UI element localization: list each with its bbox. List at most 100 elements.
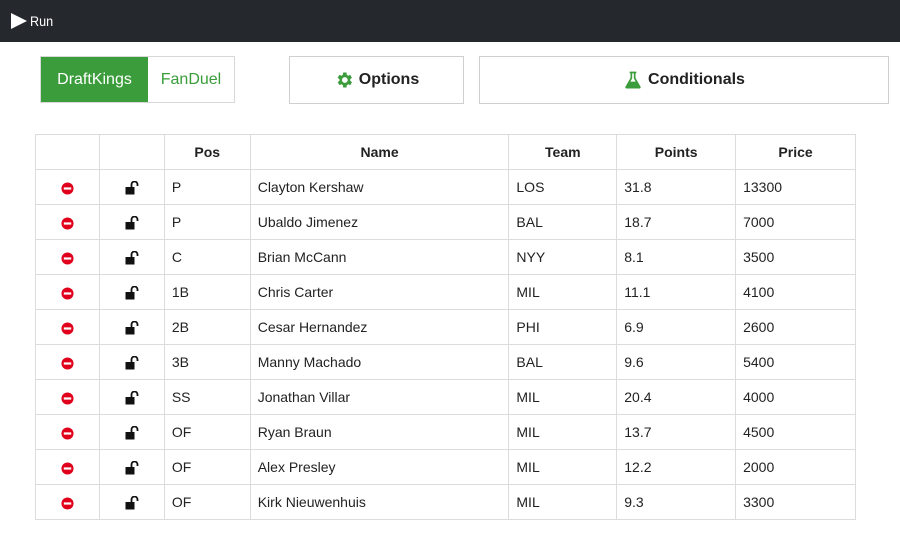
lock-cell: [98, 414, 165, 450]
header-remove: [35, 134, 100, 170]
cell-team: BAL: [508, 344, 618, 380]
cell-price: 7000: [735, 204, 856, 240]
cell-points: 13.7: [616, 414, 737, 450]
remove-icon[interactable]: [61, 427, 74, 440]
remove-cell: [35, 484, 100, 520]
remove-cell: [35, 344, 100, 380]
table-row: P Ubaldo Jimenez BAL 18.7 7000: [35, 204, 856, 240]
table-row: SS Jonathan Villar MIL 20.4 4000: [35, 379, 856, 415]
unlock-icon[interactable]: [125, 216, 139, 230]
table-row: P Clayton Kershaw LOS 31.8 13300: [35, 169, 856, 205]
remove-icon[interactable]: [61, 462, 74, 475]
cell-price: 2000: [735, 449, 856, 485]
cell-pos: SS: [163, 379, 251, 415]
lock-cell: [98, 204, 165, 240]
cell-name: Ryan Braun: [249, 414, 510, 450]
unlock-icon[interactable]: [125, 181, 139, 195]
cell-points: 9.3: [616, 484, 737, 520]
cell-price: 4500: [735, 414, 856, 450]
cell-pos: P: [163, 169, 251, 205]
site-toggle: DraftKings FanDuel: [40, 56, 235, 103]
unlock-icon[interactable]: [125, 461, 139, 475]
cell-points: 11.1: [616, 274, 737, 310]
flask-icon: [625, 71, 641, 89]
header-price: Price: [735, 134, 856, 170]
unlock-icon[interactable]: [125, 356, 139, 370]
cell-name: Chris Carter: [249, 274, 510, 310]
remove-icon[interactable]: [61, 357, 74, 370]
cell-name: Alex Presley: [249, 449, 510, 485]
remove-cell: [35, 379, 100, 415]
cell-name: Ubaldo Jimenez: [249, 204, 510, 240]
header-team: Team: [508, 134, 618, 170]
conditionals-button[interactable]: Conditionals: [479, 56, 889, 104]
remove-icon[interactable]: [61, 392, 74, 405]
remove-cell: [35, 169, 100, 205]
cell-team: MIL: [508, 449, 618, 485]
remove-icon[interactable]: [61, 217, 74, 230]
cell-points: 9.6: [616, 344, 737, 380]
cell-team: MIL: [508, 414, 618, 450]
cell-team: LOS: [508, 169, 618, 205]
unlock-icon[interactable]: [125, 496, 139, 510]
table-row: OF Kirk Nieuwenhuis MIL 9.3 3300: [35, 484, 856, 520]
cell-name: Cesar Hernandez: [249, 309, 510, 345]
remove-icon[interactable]: [61, 182, 74, 195]
run-button[interactable]: Run: [10, 12, 56, 30]
cell-pos: 3B: [163, 344, 251, 380]
unlock-icon[interactable]: [125, 251, 139, 265]
cell-pos: C: [163, 239, 251, 275]
cell-name: Clayton Kershaw: [249, 169, 510, 205]
cell-points: 20.4: [616, 379, 737, 415]
cell-price: 2600: [735, 309, 856, 345]
cell-pos: 2B: [163, 309, 251, 345]
cell-team: MIL: [508, 484, 618, 520]
remove-cell: [35, 309, 100, 345]
draftkings-button[interactable]: DraftKings: [41, 57, 148, 102]
remove-cell: [35, 204, 100, 240]
cell-name: Manny Machado: [249, 344, 510, 380]
remove-icon[interactable]: [61, 287, 74, 300]
header-lock: [98, 134, 165, 170]
remove-icon[interactable]: [61, 322, 74, 335]
cell-points: 8.1: [616, 239, 737, 275]
options-button[interactable]: Options: [289, 56, 464, 104]
remove-icon[interactable]: [61, 497, 74, 510]
header-points: Points: [616, 134, 737, 170]
cell-points: 18.7: [616, 204, 737, 240]
unlock-icon[interactable]: [125, 391, 139, 405]
cell-price: 4000: [735, 379, 856, 415]
play-icon: [11, 13, 27, 29]
lock-cell: [98, 449, 165, 485]
cell-price: 5400: [735, 344, 856, 380]
remove-cell: [35, 274, 100, 310]
lock-cell: [98, 309, 165, 345]
table-row: C Brian McCann NYY 8.1 3500: [35, 239, 856, 275]
table-row: 1B Chris Carter MIL 11.1 4100: [35, 274, 856, 310]
table-row: 2B Cesar Hernandez PHI 6.9 2600: [35, 309, 856, 345]
cell-name: Jonathan Villar: [249, 379, 510, 415]
cell-name: Brian McCann: [249, 239, 510, 275]
remove-icon[interactable]: [61, 252, 74, 265]
unlock-icon[interactable]: [125, 426, 139, 440]
lock-cell: [98, 344, 165, 380]
header-name: Name: [249, 134, 510, 170]
cell-pos: OF: [163, 484, 251, 520]
lock-cell: [98, 379, 165, 415]
cell-points: 12.2: [616, 449, 737, 485]
remove-cell: [35, 414, 100, 450]
unlock-icon[interactable]: [125, 321, 139, 335]
lock-cell: [98, 239, 165, 275]
fanduel-button[interactable]: FanDuel: [148, 57, 234, 102]
cell-points: 6.9: [616, 309, 737, 345]
cell-team: BAL: [508, 204, 618, 240]
unlock-icon[interactable]: [125, 286, 139, 300]
cell-price: 13300: [735, 169, 856, 205]
options-label: Options: [358, 71, 420, 88]
run-label: Run: [30, 13, 54, 29]
cell-team: MIL: [508, 274, 618, 310]
cell-team: NYY: [508, 239, 618, 275]
remove-cell: [35, 239, 100, 275]
cell-pos: 1B: [163, 274, 251, 310]
header-pos: Pos: [163, 134, 251, 170]
